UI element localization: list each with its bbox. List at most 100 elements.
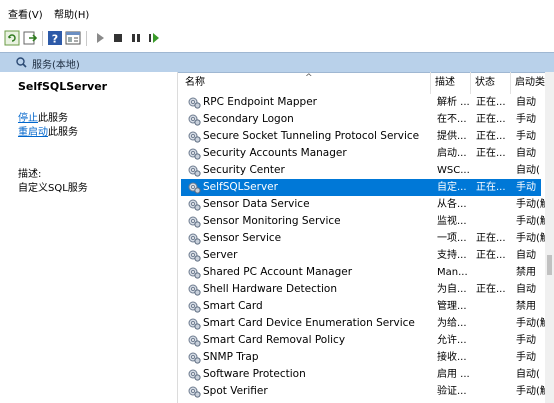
magnifier-gear-icon: [16, 57, 27, 71]
scrollbar-thumb[interactable]: [547, 255, 552, 275]
service-status: 正在...: [476, 182, 506, 193]
service-row[interactable]: Smart Card Device Enumeration Service 为给.…: [181, 315, 550, 332]
service-name: Secure Socket Tunneling Protocol Service: [203, 130, 420, 142]
service-status: [476, 383, 512, 400]
service-status: 正在...: [476, 131, 506, 142]
service-row[interactable]: Server 支持... 正在... 自动: [181, 247, 541, 264]
gear-icon: [188, 368, 201, 381]
menu-help[interactable]: 帮助(H): [54, 10, 89, 22]
service-description: 一项...: [437, 233, 467, 244]
service-name: Spot Verifier: [203, 385, 268, 397]
description-text: 自定义SQL服务: [18, 183, 88, 194]
service-name: Secondary Logon: [203, 113, 294, 125]
service-row[interactable]: SNMP Trap 接收... 手动: [181, 349, 541, 366]
service-status: [476, 196, 512, 213]
gear-icon: [188, 164, 201, 177]
service-status: [476, 332, 512, 349]
service-status: 正在...: [476, 284, 506, 295]
gear-icon: [188, 249, 201, 262]
toolbar-separator: [42, 31, 43, 46]
service-name: Server: [203, 249, 238, 261]
svg-text:?: ?: [52, 33, 58, 46]
column-header-status[interactable]: 状态: [471, 72, 511, 94]
service-row[interactable]: RPC Endpoint Mapper 解析 ... 正在... 自动: [181, 94, 541, 111]
service-description: 验证...: [437, 386, 467, 397]
start-icon[interactable]: [92, 30, 108, 46]
service-row[interactable]: Security Center WSC... 自动(: [181, 162, 541, 179]
service-row[interactable]: Security Accounts Manager 启动... 正在... 自动: [181, 145, 541, 162]
service-row[interactable]: Shared PC Account Manager Man... 禁用: [181, 264, 541, 281]
toolbar: ?: [0, 28, 554, 48]
stop-icon[interactable]: [110, 30, 126, 46]
menu-view[interactable]: 查看(V): [8, 10, 43, 22]
service-status: 正在...: [476, 97, 506, 108]
column-header-name[interactable]: 名称: [181, 72, 431, 94]
service-status: 正在...: [476, 233, 506, 244]
restart-service-link[interactable]: 重启动: [18, 127, 48, 138]
service-row[interactable]: Sensor Service 一项... 正在... 手动(触: [181, 230, 550, 247]
service-name: Security Center: [203, 164, 285, 176]
service-row[interactable]: SelfSQLServer 自定... 正在... 手动: [181, 179, 541, 196]
service-name: Sensor Monitoring Service: [203, 215, 341, 227]
service-description: 允许...: [437, 335, 467, 346]
service-row[interactable]: Sensor Data Service 从各... 手动(触: [181, 196, 550, 213]
pause-icon[interactable]: [128, 30, 144, 46]
gear-icon: [188, 232, 201, 245]
gear-icon: [188, 181, 201, 194]
menu-bar: 查看(V) 帮助(H): [0, 0, 554, 24]
description-label: 描述:: [18, 169, 42, 180]
service-status: [476, 366, 512, 383]
service-status: [476, 349, 512, 366]
service-status: 正在...: [476, 114, 506, 125]
service-row[interactable]: Secure Socket Tunneling Protocol Service…: [181, 128, 541, 145]
panel-title: 服务(本地): [32, 60, 80, 71]
service-description: 提供...: [437, 131, 467, 142]
service-name: Smart Card Removal Policy: [203, 334, 346, 346]
gear-icon: [188, 215, 201, 228]
service-status: [476, 298, 512, 315]
service-name: Sensor Service: [203, 232, 282, 244]
service-name: Smart Card Device Enumeration Service: [203, 317, 415, 329]
properties-icon[interactable]: [65, 30, 81, 46]
gear-icon: [188, 147, 201, 160]
service-name: Sensor Data Service: [203, 198, 310, 210]
details-pane: SelfSQLServer 停止此服务 重启动此服务 描述: 自定义SQL服务: [0, 72, 178, 403]
service-row[interactable]: Smart Card 管理... 禁用: [181, 298, 541, 315]
panel-header: 服务(本地): [0, 52, 554, 73]
service-description: 为自...: [437, 284, 467, 295]
restart-icon[interactable]: [146, 30, 162, 46]
service-row[interactable]: Sensor Monitoring Service 监视... 手动(触: [181, 213, 550, 230]
gear-icon: [188, 385, 201, 398]
service-row[interactable]: Secondary Logon 在不... 正在... 手动: [181, 111, 541, 128]
service-row[interactable]: Smart Card Removal Policy 允许... 手动: [181, 332, 541, 349]
service-description: 启用 ...: [437, 369, 470, 380]
service-description: 管理...: [437, 301, 467, 312]
gear-icon: [188, 113, 201, 126]
column-header-description[interactable]: 描述: [431, 72, 471, 94]
service-name: RPC Endpoint Mapper: [203, 96, 317, 108]
service-description: WSC...: [437, 165, 470, 176]
service-name: SelfSQLServer: [203, 181, 278, 193]
service-description: 从各...: [437, 199, 467, 210]
vertical-scrollbar[interactable]: [545, 72, 554, 403]
gear-icon: [188, 266, 201, 279]
gear-icon: [188, 317, 201, 330]
gear-icon: [188, 300, 201, 313]
toolbar-separator: [86, 31, 87, 46]
refresh-icon[interactable]: [4, 30, 20, 46]
export-icon[interactable]: [22, 30, 38, 46]
service-row[interactable]: Software Protection 启用 ... 自动(: [181, 366, 541, 383]
gear-icon: [188, 130, 201, 143]
service-description: 在不...: [437, 114, 467, 125]
service-row[interactable]: Shell Hardware Detection 为自... 正在... 自动: [181, 281, 541, 298]
service-name: Software Protection: [203, 368, 306, 380]
service-description: 启动...: [437, 148, 467, 159]
gear-icon: [188, 96, 201, 109]
service-description: Man...: [437, 267, 468, 278]
service-description: 为给...: [437, 318, 467, 329]
service-name: Shell Hardware Detection: [203, 283, 337, 295]
help-icon[interactable]: ?: [47, 30, 63, 46]
service-row[interactable]: Spot Verifier 验证... 手动(触: [181, 383, 550, 400]
services-list: ^ 名称 描述 状态 启动类 RPC Endpoint Mapper 解析 ...…: [181, 72, 554, 403]
service-description: 自定...: [437, 182, 467, 193]
